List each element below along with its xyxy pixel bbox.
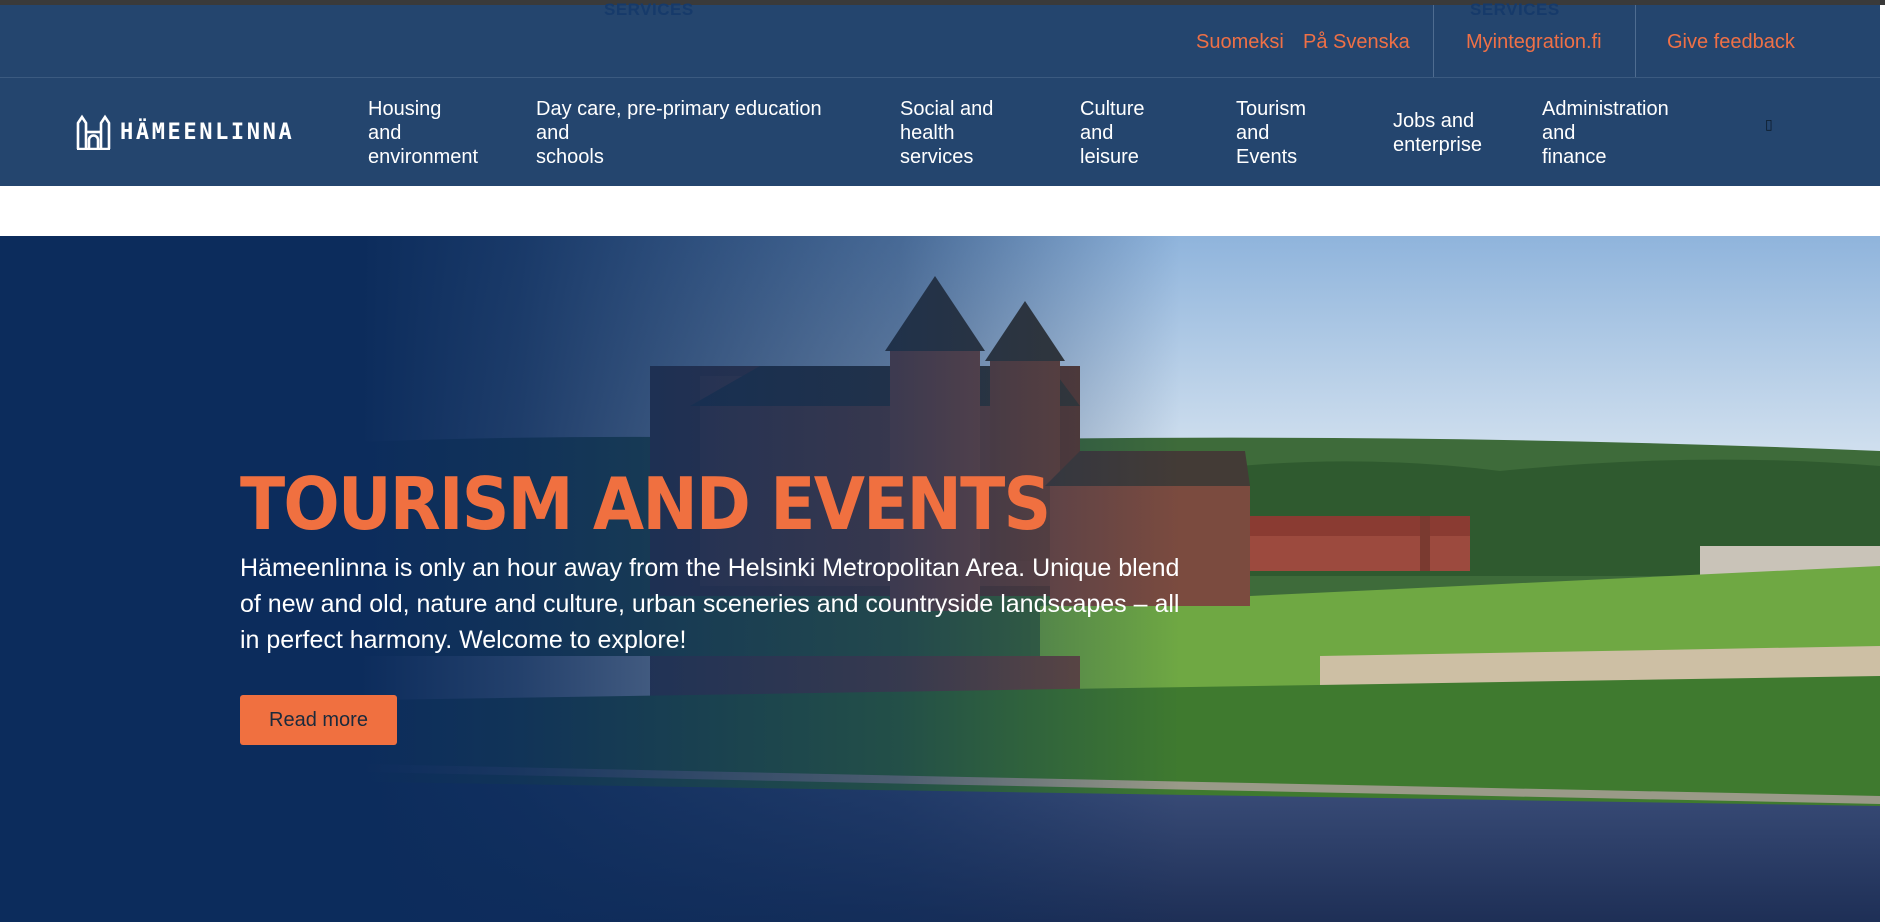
logo-text: HÄMEENLINNA: [120, 119, 295, 145]
hero-banner: TOURISM AND EVENTS Hämeenlinna is only a…: [0, 236, 1880, 922]
nav-culture-leisure[interactable]: Culture and leisure: [1080, 97, 1144, 169]
nav-administration-finance[interactable]: Administration and finance: [1542, 97, 1669, 169]
hameenlinna-logo[interactable]: HÄMEENLINNA: [76, 114, 294, 150]
hero-description: Hämeenlinna is only an hour away from th…: [240, 554, 1180, 654]
myintegration-link[interactable]: Myintegration.fi: [1466, 31, 1602, 54]
castle-logo-icon: [76, 114, 111, 150]
give-feedback-link[interactable]: Give feedback: [1667, 31, 1795, 54]
language-swedish-link[interactable]: På Svenska: [1303, 31, 1410, 54]
nav-day-care-education[interactable]: Day care, pre-primary education and scho…: [536, 97, 822, 169]
language-finnish-link[interactable]: Suomeksi: [1196, 31, 1284, 54]
hero-title: TOURISM AND EVENTS: [240, 462, 1051, 546]
ghost-services-label: SERVICES: [1470, 0, 1560, 19]
nav-housing-environment[interactable]: Housing and environment: [368, 97, 478, 169]
nav-tourism-events[interactable]: Tourism and Events: [1236, 97, 1306, 169]
utility-divider: [1433, 5, 1434, 77]
nav-jobs-enterprise[interactable]: Jobs and enterprise: [1393, 109, 1482, 157]
ghost-services-label: SERVICES: [604, 0, 694, 19]
read-more-button[interactable]: Read more: [240, 695, 397, 745]
utility-divider: [1635, 5, 1636, 77]
main-navigation: HÄMEENLINNA Housing and environment Day …: [0, 78, 1880, 186]
nav-social-health[interactable]: Social and health services: [900, 97, 993, 169]
utility-bar: SERVICES SERVICES Suomeksi På Svenska My…: [0, 0, 1880, 78]
search-icon[interactable]: ▯: [1765, 116, 1773, 133]
